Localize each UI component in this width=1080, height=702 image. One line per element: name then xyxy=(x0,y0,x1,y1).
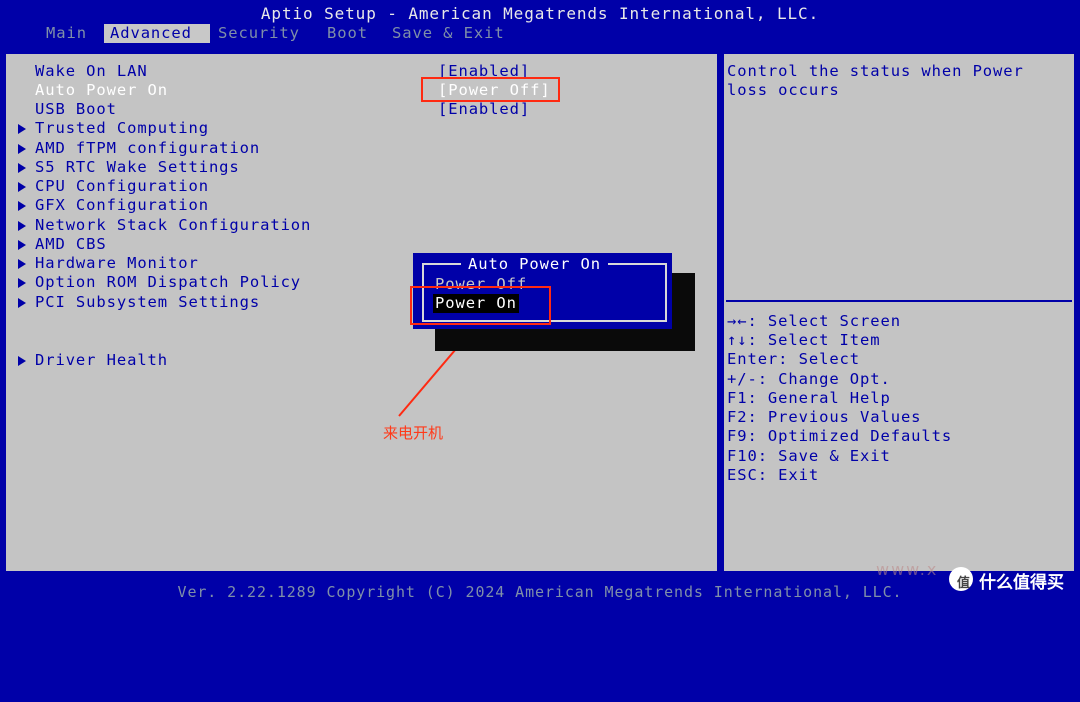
submenu-amd-ftpm[interactable]: AMD fTPM configuration xyxy=(35,139,260,158)
setting-wake-on-lan-label[interactable]: Wake On LAN xyxy=(35,62,148,81)
watermark-logo-icon: 值 xyxy=(949,567,973,591)
submenu-arrow-icon xyxy=(18,240,26,250)
bios-title: Aptio Setup - American Megatrends Intern… xyxy=(0,0,1080,25)
submenu-driver-health[interactable]: Driver Health xyxy=(35,351,168,370)
submenu-cpu-configuration[interactable]: CPU Configuration xyxy=(35,177,209,196)
setting-usb-boot-value[interactable]: [Enabled] xyxy=(438,100,530,119)
tab-save-exit[interactable]: Save & Exit xyxy=(386,24,511,43)
submenu-arrow-icon xyxy=(18,144,26,154)
key-hint-enter: Enter: Select xyxy=(727,350,861,368)
submenu-network-stack[interactable]: Network Stack Configuration xyxy=(35,216,311,235)
version-footer: Ver. 2.22.1289 Copyright (C) 2024 Americ… xyxy=(0,581,1080,603)
submenu-arrow-icon xyxy=(18,163,26,173)
tab-advanced[interactable]: Advanced xyxy=(104,24,210,43)
setting-usb-boot-label[interactable]: USB Boot xyxy=(35,100,117,119)
help-divider xyxy=(726,300,1072,302)
key-hint-f2: F2: Previous Values xyxy=(727,408,922,426)
submenu-arrow-icon xyxy=(18,356,26,366)
submenu-arrow-icon xyxy=(18,278,26,288)
key-hint-change-opt: +/-: Change Opt. xyxy=(727,370,891,388)
help-text-line2: loss occurs xyxy=(727,81,840,99)
submenu-arrow-icon xyxy=(18,298,26,308)
tab-boot[interactable]: Boot xyxy=(321,24,374,43)
help-panel: Control the status when Power loss occur… xyxy=(724,54,1074,571)
key-hint-f9: F9: Optimized Defaults xyxy=(727,427,953,445)
watermark-faint-text: www.x xyxy=(876,560,939,579)
watermark-text: 什么值得买 xyxy=(979,573,1064,593)
submenu-arrow-icon xyxy=(18,221,26,231)
tab-bar: Main Advanced Security Boot Save & Exit xyxy=(0,24,1080,44)
key-hint-f10: F10: Save & Exit xyxy=(727,447,891,465)
highlight-current-value xyxy=(421,77,560,102)
submenu-arrow-icon xyxy=(18,182,26,192)
setting-auto-power-on-label[interactable]: Auto Power On xyxy=(35,81,168,100)
key-hint-select-screen: →←: Select Screen xyxy=(727,312,901,330)
submenu-trusted-computing[interactable]: Trusted Computing xyxy=(35,119,209,138)
submenu-hardware-monitor[interactable]: Hardware Monitor xyxy=(35,254,199,273)
submenu-s5-rtc-wake[interactable]: S5 RTC Wake Settings xyxy=(35,158,240,177)
submenu-arrow-icon xyxy=(18,201,26,211)
dialog-title: Auto Power On xyxy=(461,255,609,274)
help-text-line1: Control the status when Power xyxy=(727,62,1024,80)
key-hint-select-item: ↑↓: Select Item xyxy=(727,331,881,349)
tab-main[interactable]: Main xyxy=(40,24,93,43)
annotation-note: 来电开机 xyxy=(383,424,444,442)
submenu-pci-subsystem[interactable]: PCI Subsystem Settings xyxy=(35,293,260,312)
submenu-gfx-configuration[interactable]: GFX Configuration xyxy=(35,196,209,215)
submenu-option-rom-dispatch[interactable]: Option ROM Dispatch Policy xyxy=(35,273,301,292)
tab-security[interactable]: Security xyxy=(212,24,306,43)
submenu-amd-cbs[interactable]: AMD CBS xyxy=(35,235,107,254)
submenu-arrow-icon xyxy=(18,124,26,134)
highlight-power-on-option xyxy=(410,286,551,325)
key-hint-esc: ESC: Exit xyxy=(727,466,820,484)
submenu-arrow-icon xyxy=(18,259,26,269)
key-hint-f1: F1: General Help xyxy=(727,389,891,407)
